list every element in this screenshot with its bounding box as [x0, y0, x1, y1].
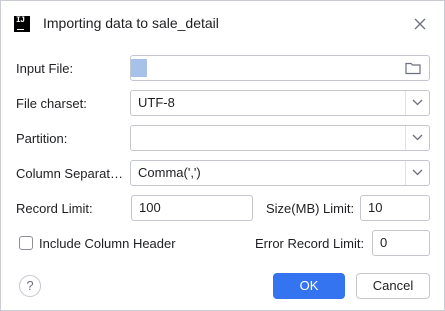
file-charset-dropdown[interactable] — [405, 91, 429, 115]
dialog-title: Importing data to sale_detail — [43, 15, 219, 31]
app-icon: IJ — [14, 16, 30, 32]
error-record-limit-label: Error Record Limit: — [255, 236, 365, 251]
column-separator-value: Comma(',') — [138, 165, 201, 180]
partition-label: Partition: — [16, 131, 68, 146]
file-charset-select[interactable]: UTF-8 — [130, 90, 430, 116]
column-separator-label: Column Separat… — [16, 166, 123, 181]
partition-dropdown[interactable] — [405, 126, 429, 150]
record-limit-label: Record Limit: — [16, 201, 93, 216]
file-charset-label: File charset: — [16, 96, 87, 111]
input-file-label: Input File: — [16, 61, 74, 76]
app-icon-text: IJ — [16, 16, 25, 25]
include-header-label[interactable]: Include Column Header — [39, 236, 176, 251]
input-file-field[interactable] — [130, 55, 430, 81]
close-icon[interactable] — [411, 15, 429, 33]
partition-select[interactable] — [130, 125, 430, 151]
chevron-down-icon — [412, 99, 423, 106]
include-header-checkbox[interactable] — [19, 236, 33, 250]
size-limit-input[interactable]: 10 — [360, 195, 430, 221]
title-bar: IJ Importing data to sale_detail — [1, 1, 444, 47]
chevron-down-icon — [412, 169, 423, 176]
file-charset-value: UTF-8 — [138, 95, 175, 110]
ok-button[interactable]: OK — [273, 273, 345, 299]
folder-icon[interactable] — [405, 61, 421, 75]
size-limit-label: Size(MB) Limit: — [266, 201, 355, 216]
import-dialog: IJ Importing data to sale_detail Input F… — [0, 0, 445, 311]
record-limit-input[interactable]: 100 — [131, 195, 253, 221]
column-separator-select[interactable]: Comma(',') — [130, 160, 430, 186]
column-separator-dropdown[interactable] — [405, 161, 429, 185]
chevron-down-icon — [412, 134, 423, 141]
help-button[interactable]: ? — [19, 275, 41, 297]
error-record-limit-input[interactable]: 0 — [372, 230, 430, 256]
cancel-button[interactable]: Cancel — [356, 273, 430, 299]
text-selection-highlight — [131, 59, 147, 77]
